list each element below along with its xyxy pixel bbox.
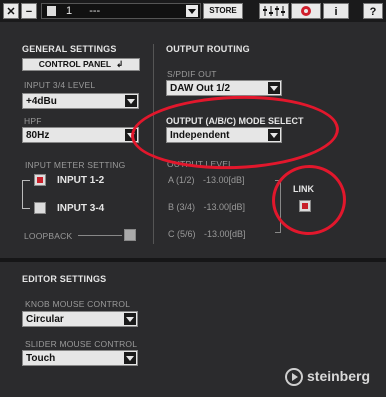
info-button[interactable]: i (323, 3, 349, 19)
help-button[interactable]: ? (363, 3, 383, 19)
output-a-name: A (1/2) (168, 175, 195, 185)
meter-input34-label: INPUT 3-4 (57, 203, 105, 214)
chevron-down-icon (125, 95, 137, 107)
knob-mouse-value: Circular (26, 314, 64, 325)
meter-input12-checkbox[interactable] (34, 174, 46, 186)
loopback-line (78, 235, 122, 236)
preset-dropdown-icon[interactable] (186, 5, 198, 17)
output-level-row: C (5/6) -13.00[dB] (168, 229, 246, 239)
mixer-tab[interactable] (259, 3, 289, 19)
output-c-value: -13.00[dB] (204, 229, 246, 239)
meter-bracket (22, 180, 30, 209)
editor-settings-heading: EDITOR SETTINGS (22, 274, 107, 284)
meter-input34-checkbox[interactable] (34, 202, 46, 214)
output-c-name: C (5/6) (168, 229, 196, 239)
output-level-row: B (3/4) -13.00[dB] (168, 202, 245, 212)
chevron-down-icon (268, 82, 280, 94)
store-button[interactable]: STORE (203, 3, 243, 19)
knob-mouse-label: KNOB MOUSE CONTROL (25, 299, 131, 309)
brand-name: steinberg (307, 368, 371, 384)
gear-icon (301, 6, 311, 16)
hpf-value: 80Hz (26, 130, 50, 141)
knob-mouse-select[interactable]: Circular (22, 311, 138, 327)
settings-tab[interactable] (291, 3, 321, 19)
minimize-button[interactable]: − (21, 3, 37, 19)
spdif-out-label: S/PDIF OUT (167, 69, 217, 79)
output-level-row: A (1/2) -13.00[dB] (168, 175, 245, 185)
general-settings-heading: GENERAL SETTINGS (22, 44, 117, 54)
slider-mouse-value: Touch (26, 353, 56, 364)
output-b-name: B (3/4) (168, 202, 196, 212)
spdif-out-value: DAW Out 1/2 (170, 83, 231, 94)
preset-number: 1 (66, 5, 73, 17)
input-meter-heading: INPUT METER SETTING (25, 160, 126, 170)
spdif-out-select[interactable]: DAW Out 1/2 (166, 80, 282, 96)
output-b-value: -13.00[dB] (203, 202, 246, 212)
output-routing-heading: OUTPUT ROUTING (166, 44, 250, 54)
preset-name: --- (89, 5, 101, 17)
close-button[interactable]: ✕ (3, 3, 19, 19)
hpf-label: HPF (24, 116, 42, 126)
control-panel-button[interactable]: CONTROL PANEL ↲ (22, 58, 140, 71)
steinberg-logo-icon (285, 368, 303, 386)
return-arrow-icon: ↲ (116, 59, 124, 69)
output-a-value: -13.00[dB] (203, 175, 245, 185)
preset-field[interactable]: 1 --- (41, 3, 201, 19)
chevron-down-icon (124, 313, 136, 325)
slider-mouse-label: SLIDER MOUSE CONTROL (25, 339, 138, 349)
input34-level-label: INPUT 3/4 LEVEL (24, 80, 96, 90)
slider-mouse-select[interactable]: Touch (22, 350, 138, 366)
control-panel-label: CONTROL PANEL (38, 59, 112, 69)
meter-input12-label: INPUT 1-2 (57, 175, 105, 186)
chevron-down-icon (124, 352, 136, 364)
loopback-checkbox[interactable] (124, 229, 136, 241)
input34-level-value: +4dBu (26, 96, 57, 107)
hpf-select[interactable]: 80Hz (22, 127, 139, 143)
mixer-icon (263, 6, 285, 16)
input34-level-select[interactable]: +4dBu (22, 93, 139, 109)
document-icon (47, 6, 56, 16)
loopback-label: LOOPBACK (24, 231, 73, 241)
